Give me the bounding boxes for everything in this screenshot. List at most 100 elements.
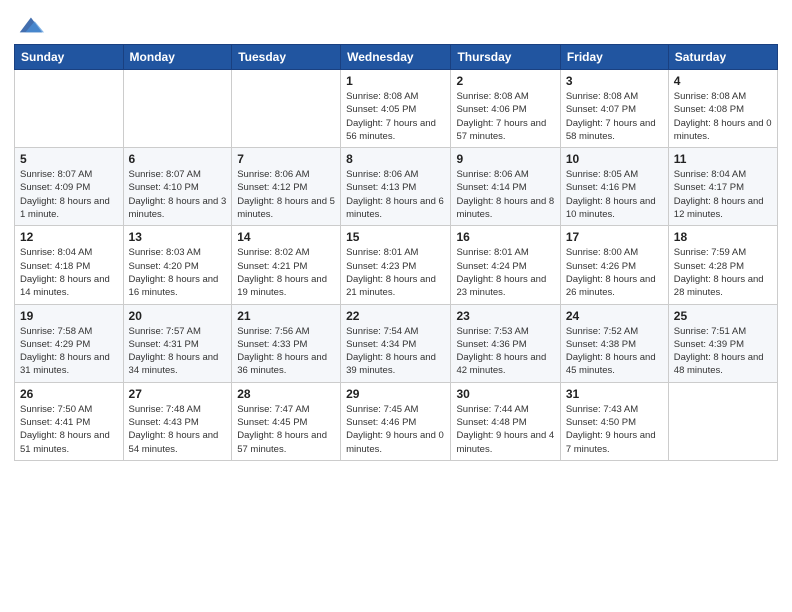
calendar-cell: 26 Sunrise: 7:50 AM Sunset: 4:41 PM Dayli…	[15, 382, 124, 460]
calendar-cell: 2 Sunrise: 8:08 AM Sunset: 4:06 PM Daylig…	[451, 70, 560, 148]
day-info: Sunrise: 8:08 AM Sunset: 4:06 PM Dayligh…	[456, 90, 554, 143]
day-info: Sunrise: 7:47 AM Sunset: 4:45 PM Dayligh…	[237, 403, 335, 456]
day-info: Sunrise: 8:07 AM Sunset: 4:10 PM Dayligh…	[129, 168, 227, 221]
calendar-cell: 10 Sunrise: 8:05 AM Sunset: 4:16 PM Dayli…	[560, 148, 668, 226]
day-number: 12	[20, 230, 118, 244]
day-number: 11	[674, 152, 772, 166]
day-number: 18	[674, 230, 772, 244]
day-info: Sunrise: 7:52 AM Sunset: 4:38 PM Dayligh…	[566, 325, 663, 378]
day-info: Sunrise: 8:06 AM Sunset: 4:14 PM Dayligh…	[456, 168, 554, 221]
calendar-cell: 16 Sunrise: 8:01 AM Sunset: 4:24 PM Dayli…	[451, 226, 560, 304]
day-number: 23	[456, 309, 554, 323]
calendar-cell: 11 Sunrise: 8:04 AM Sunset: 4:17 PM Dayli…	[668, 148, 777, 226]
logo-icon	[16, 10, 44, 38]
day-number: 15	[346, 230, 445, 244]
day-info: Sunrise: 8:08 AM Sunset: 4:08 PM Dayligh…	[674, 90, 772, 143]
day-number: 3	[566, 74, 663, 88]
calendar-cell: 25 Sunrise: 7:51 AM Sunset: 4:39 PM Dayli…	[668, 304, 777, 382]
weekday-header-tuesday: Tuesday	[232, 45, 341, 70]
day-number: 27	[129, 387, 227, 401]
calendar-cell: 13Sunrise: 8:03 AM Sunset: 4:20 PM Dayli…	[123, 226, 232, 304]
calendar-cell	[232, 70, 341, 148]
day-number: 16	[456, 230, 554, 244]
calendar-cell: 17 Sunrise: 8:00 AM Sunset: 4:26 PM Dayli…	[560, 226, 668, 304]
day-info: Sunrise: 8:08 AM Sunset: 4:07 PM Dayligh…	[566, 90, 663, 143]
calendar-cell: 21Sunrise: 7:56 AM Sunset: 4:33 PM Dayli…	[232, 304, 341, 382]
calendar-cell: 5Sunrise: 8:07 AM Sunset: 4:09 PM Daylig…	[15, 148, 124, 226]
day-info: Sunrise: 8:01 AM Sunset: 4:23 PM Dayligh…	[346, 246, 445, 299]
day-info: Sunrise: 7:50 AM Sunset: 4:41 PM Dayligh…	[20, 403, 118, 456]
day-info: Sunrise: 7:53 AM Sunset: 4:36 PM Dayligh…	[456, 325, 554, 378]
day-info: Sunrise: 8:01 AM Sunset: 4:24 PM Dayligh…	[456, 246, 554, 299]
day-info: Sunrise: 8:00 AM Sunset: 4:26 PM Dayligh…	[566, 246, 663, 299]
day-info: Sunrise: 8:07 AM Sunset: 4:09 PM Dayligh…	[20, 168, 118, 221]
day-number: 8	[346, 152, 445, 166]
day-number: 9	[456, 152, 554, 166]
logo	[14, 10, 46, 38]
calendar-cell: 31 Sunrise: 7:43 AM Sunset: 4:50 PM Dayli…	[560, 382, 668, 460]
day-info: Sunrise: 8:06 AM Sunset: 4:13 PM Dayligh…	[346, 168, 445, 221]
calendar-cell: 24 Sunrise: 7:52 AM Sunset: 4:38 PM Dayli…	[560, 304, 668, 382]
day-number: 29	[346, 387, 445, 401]
day-number: 14	[237, 230, 335, 244]
day-info: Sunrise: 7:54 AM Sunset: 4:34 PM Dayligh…	[346, 325, 445, 378]
day-info: Sunrise: 7:43 AM Sunset: 4:50 PM Dayligh…	[566, 403, 663, 456]
day-number: 31	[566, 387, 663, 401]
week-row-5: 26 Sunrise: 7:50 AM Sunset: 4:41 PM Dayli…	[15, 382, 778, 460]
day-info: Sunrise: 8:04 AM Sunset: 4:18 PM Dayligh…	[20, 246, 118, 299]
week-row-2: 5Sunrise: 8:07 AM Sunset: 4:09 PM Daylig…	[15, 148, 778, 226]
calendar-cell: 8 Sunrise: 8:06 AM Sunset: 4:13 PM Daylig…	[341, 148, 451, 226]
calendar-cell: 7 Sunrise: 8:06 AM Sunset: 4:12 PM Daylig…	[232, 148, 341, 226]
header	[14, 10, 778, 38]
day-number: 25	[674, 309, 772, 323]
calendar-cell	[668, 382, 777, 460]
calendar-cell: 9 Sunrise: 8:06 AM Sunset: 4:14 PM Daylig…	[451, 148, 560, 226]
week-row-1: 1Sunrise: 8:08 AM Sunset: 4:05 PM Daylig…	[15, 70, 778, 148]
day-number: 19	[20, 309, 118, 323]
day-info: Sunrise: 8:08 AM Sunset: 4:05 PM Dayligh…	[346, 90, 445, 143]
day-info: Sunrise: 8:02 AM Sunset: 4:21 PM Dayligh…	[237, 246, 335, 299]
weekday-header-monday: Monday	[123, 45, 232, 70]
calendar-cell: 3 Sunrise: 8:08 AM Sunset: 4:07 PM Daylig…	[560, 70, 668, 148]
calendar-cell: 12 Sunrise: 8:04 AM Sunset: 4:18 PM Dayli…	[15, 226, 124, 304]
calendar-cell: 14 Sunrise: 8:02 AM Sunset: 4:21 PM Dayli…	[232, 226, 341, 304]
calendar-cell: 27 Sunrise: 7:48 AM Sunset: 4:43 PM Dayli…	[123, 382, 232, 460]
day-info: Sunrise: 7:58 AM Sunset: 4:29 PM Dayligh…	[20, 325, 118, 378]
day-info: Sunrise: 7:51 AM Sunset: 4:39 PM Dayligh…	[674, 325, 772, 378]
calendar-cell: 29 Sunrise: 7:45 AM Sunset: 4:46 PM Dayli…	[341, 382, 451, 460]
calendar-cell: 22 Sunrise: 7:54 AM Sunset: 4:34 PM Dayli…	[341, 304, 451, 382]
day-number: 30	[456, 387, 554, 401]
day-number: 2	[456, 74, 554, 88]
day-info: Sunrise: 7:57 AM Sunset: 4:31 PM Dayligh…	[129, 325, 227, 378]
calendar-cell: 19 Sunrise: 7:58 AM Sunset: 4:29 PM Dayli…	[15, 304, 124, 382]
weekday-header-row: SundayMondayTuesdayWednesdayThursdayFrid…	[15, 45, 778, 70]
day-number: 17	[566, 230, 663, 244]
calendar-cell	[123, 70, 232, 148]
calendar-cell: 18 Sunrise: 7:59 AM Sunset: 4:28 PM Dayli…	[668, 226, 777, 304]
day-info: Sunrise: 8:04 AM Sunset: 4:17 PM Dayligh…	[674, 168, 772, 221]
day-info: Sunrise: 7:44 AM Sunset: 4:48 PM Dayligh…	[456, 403, 554, 456]
day-number: 28	[237, 387, 335, 401]
day-number: 26	[20, 387, 118, 401]
calendar-page: SundayMondayTuesdayWednesdayThursdayFrid…	[0, 0, 792, 612]
day-info: Sunrise: 7:45 AM Sunset: 4:46 PM Dayligh…	[346, 403, 445, 456]
day-number: 7	[237, 152, 335, 166]
weekday-header-wednesday: Wednesday	[341, 45, 451, 70]
day-number: 20	[129, 309, 227, 323]
day-info: Sunrise: 8:06 AM Sunset: 4:12 PM Dayligh…	[237, 168, 335, 221]
week-row-3: 12 Sunrise: 8:04 AM Sunset: 4:18 PM Dayli…	[15, 226, 778, 304]
week-row-4: 19 Sunrise: 7:58 AM Sunset: 4:29 PM Dayli…	[15, 304, 778, 382]
day-info: Sunrise: 7:59 AM Sunset: 4:28 PM Dayligh…	[674, 246, 772, 299]
calendar-cell: 20 Sunrise: 7:57 AM Sunset: 4:31 PM Dayli…	[123, 304, 232, 382]
day-number: 4	[674, 74, 772, 88]
calendar-cell: 23 Sunrise: 7:53 AM Sunset: 4:36 PM Dayli…	[451, 304, 560, 382]
day-info: Sunrise: 7:48 AM Sunset: 4:43 PM Dayligh…	[129, 403, 227, 456]
day-number: 24	[566, 309, 663, 323]
day-number: 10	[566, 152, 663, 166]
day-number: 13	[129, 230, 227, 244]
day-info: Sunrise: 8:05 AM Sunset: 4:16 PM Dayligh…	[566, 168, 663, 221]
day-number: 22	[346, 309, 445, 323]
day-number: 6	[129, 152, 227, 166]
calendar-cell: 30 Sunrise: 7:44 AM Sunset: 4:48 PM Dayli…	[451, 382, 560, 460]
calendar-cell	[15, 70, 124, 148]
